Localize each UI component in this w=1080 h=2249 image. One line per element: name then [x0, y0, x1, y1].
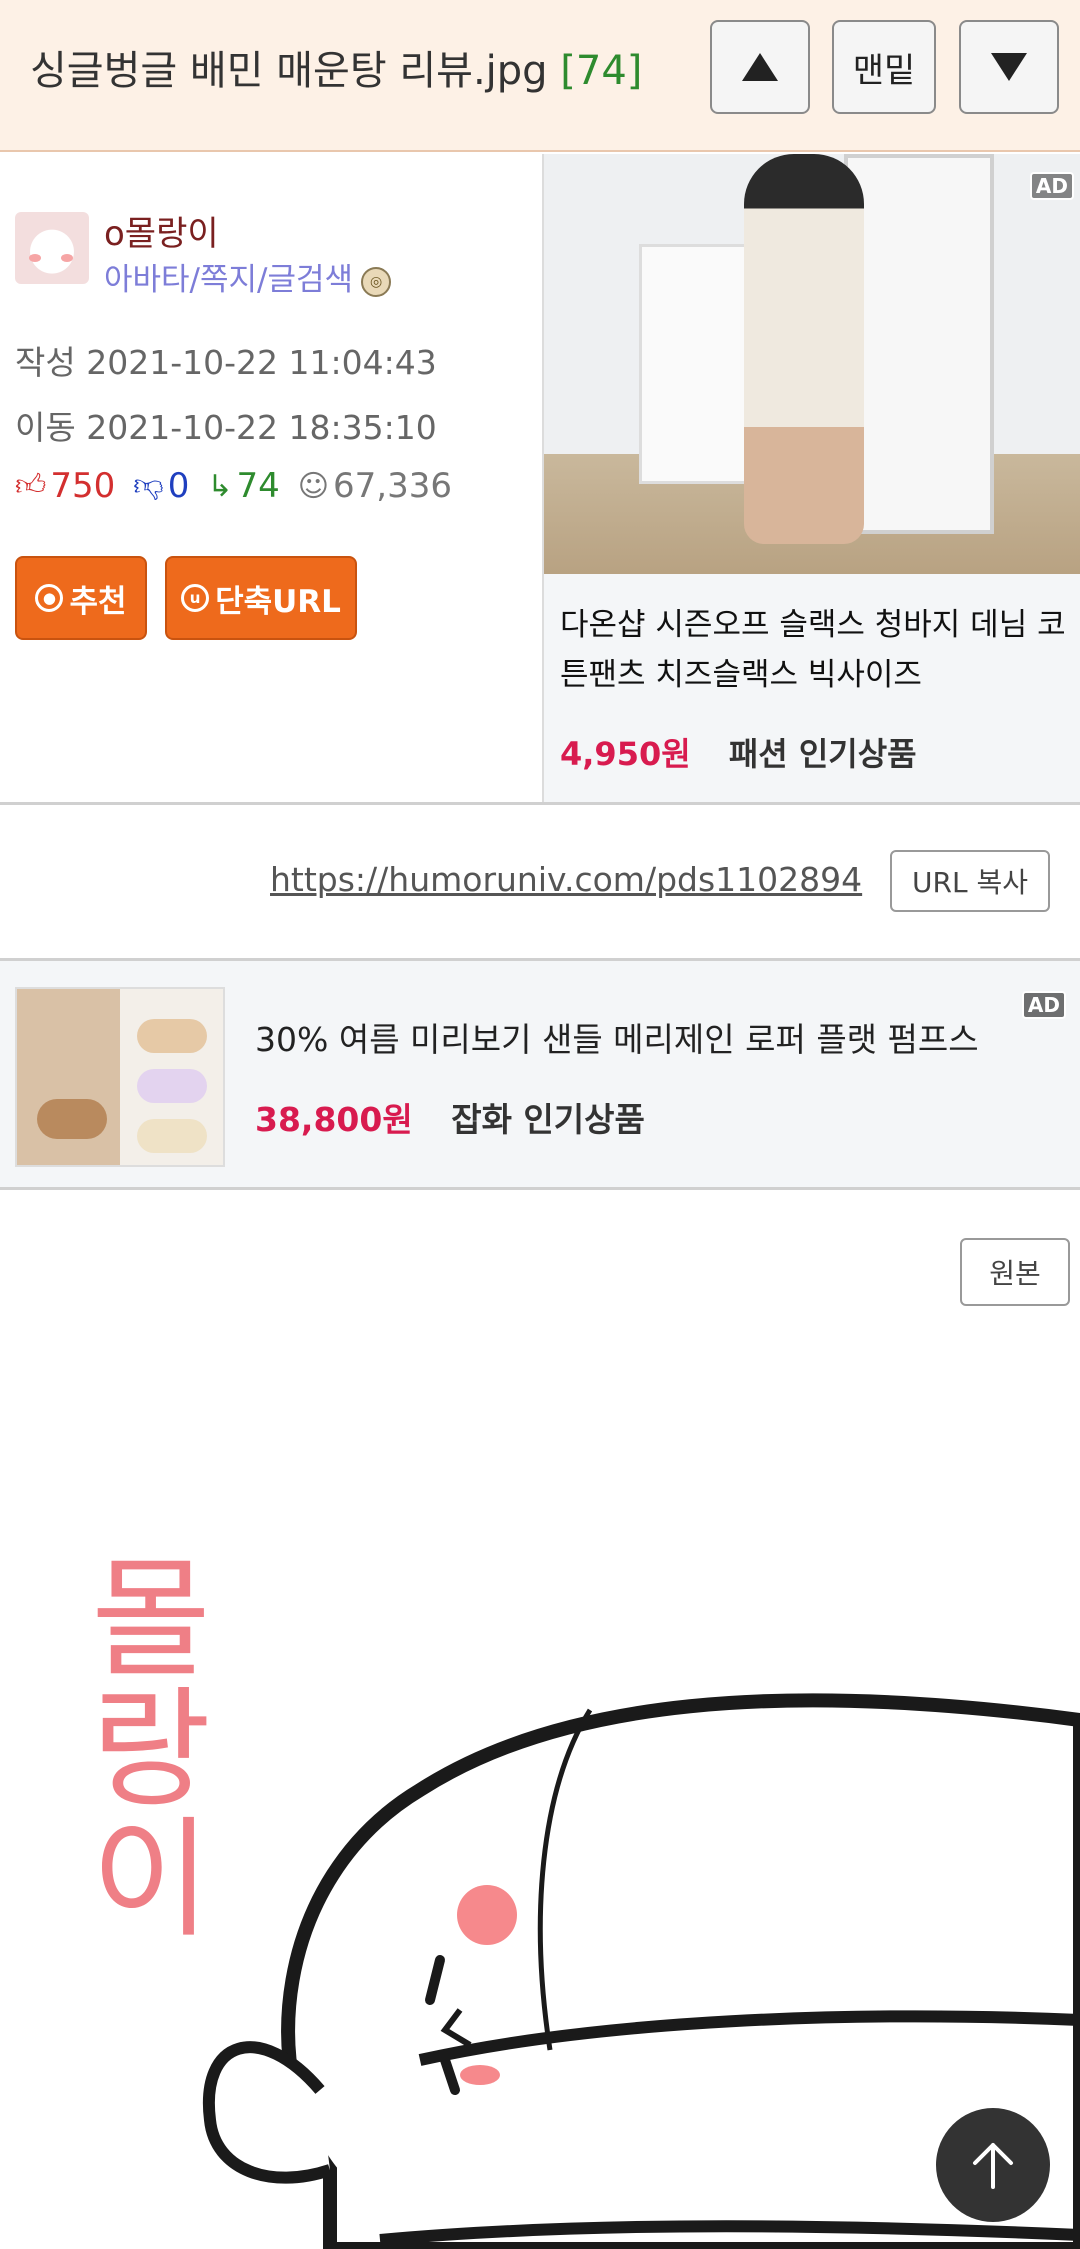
- smiley-icon: ☺: [297, 468, 330, 504]
- target-icon: ●: [35, 584, 64, 612]
- product-price-row: 38,800원 잡화 인기상품: [255, 1093, 645, 1141]
- level-badge-icon: ◎: [361, 266, 392, 297]
- post-url-link[interactable]: https://humoruniv.com/pds1102894: [270, 860, 862, 899]
- product-category: 패션 인기상품: [728, 735, 917, 773]
- author-nickname[interactable]: o몰랑이: [104, 206, 219, 255]
- author-links-text[interactable]: 아바타/쪽지/글검색: [104, 262, 353, 298]
- product-price: 38,800원: [255, 1100, 413, 1139]
- scroll-up-button[interactable]: [710, 20, 810, 114]
- downvote-stat: 👎︎ 0: [133, 466, 189, 506]
- thumbs-up-icon: 👍︎: [15, 468, 47, 503]
- author-panel: o몰랑이 아바타/쪽지/글검색 ◎ 작성 2021-10-22 11:04:43 …: [0, 154, 542, 804]
- comment-count[interactable]: [74]: [560, 48, 642, 94]
- molang-cheek: [460, 2065, 500, 2085]
- ad-badge: AD: [1021, 991, 1066, 1019]
- views-count: 67,336: [333, 466, 453, 506]
- short-url-button[interactable]: u 단축URL: [165, 556, 357, 640]
- top-bar: 싱글벙글 배민 매운탕 리뷰.jpg [74] 맨밑: [0, 0, 1080, 152]
- recommend-button[interactable]: ● 추천: [15, 556, 147, 640]
- original-image-button[interactable]: 원본: [960, 1238, 1070, 1306]
- post-title-text: 싱글벙글 배민 매운탕 리뷰.jpg: [30, 48, 548, 94]
- upvote-stat: 👍︎ 750: [15, 466, 115, 506]
- divider: [0, 802, 1080, 805]
- scroll-to-top-button[interactable]: [936, 2108, 1050, 2222]
- image-sandal: [37, 1099, 107, 1139]
- arrow-up-icon: [973, 2143, 1013, 2189]
- image-sandal: [137, 1119, 207, 1153]
- downvote-count: 0: [167, 466, 190, 506]
- image-model: [744, 154, 864, 544]
- product-ad-pants[interactable]: AD 다온샵 시즌오프 슬랙스 청바지 데님 코튼팬츠 치즈슬랙스 빅사이즈 4…: [542, 154, 1080, 804]
- product-name[interactable]: 다온샵 시즌오프 슬랙스 청바지 데님 코튼팬츠 치즈슬랙스 빅사이즈: [560, 600, 1070, 700]
- reply-count: 74: [236, 466, 280, 506]
- arrow-up-icon: [742, 53, 778, 81]
- image-sandal: [137, 1069, 207, 1103]
- thumbs-down-icon: 👎︎: [133, 468, 164, 503]
- product-category: 잡화 인기상품: [451, 1100, 645, 1139]
- author-links[interactable]: 아바타/쪽지/글검색 ◎: [104, 254, 392, 299]
- upvote-count: 750: [50, 466, 116, 506]
- molang-illustration: 몰랑이: [64, 1550, 1080, 2249]
- moved-date: 이동 2021-10-22 18:35:10: [15, 408, 437, 447]
- arrow-down-icon: [991, 53, 1027, 81]
- avatar-cheek: [61, 254, 73, 262]
- short-url-label: 단축URL: [215, 583, 341, 620]
- reply-arrow-icon: ↳: [207, 468, 233, 504]
- u-circle-icon: u: [181, 584, 210, 612]
- go-bottom-button[interactable]: 맨밑: [832, 20, 936, 114]
- post-image: 몰랑이: [0, 1320, 1080, 2249]
- sandals-image[interactable]: [15, 987, 225, 1167]
- image-sandal: [137, 1019, 207, 1053]
- scroll-down-button[interactable]: [959, 20, 1059, 114]
- written-date: 작성 2021-10-22 11:04:43: [15, 343, 437, 382]
- recommend-label: 추천: [69, 583, 127, 620]
- product-name[interactable]: 30% 여름 미리보기 샌들 메리제인 로퍼 플랫 펌프스: [255, 1013, 979, 1061]
- product-price-row: 4,950원 패션 인기상품: [560, 729, 917, 775]
- product-price: 4,950원: [560, 735, 691, 773]
- views-stat: ☺ 67,336: [298, 466, 452, 506]
- url-copy-button[interactable]: URL 복사: [890, 850, 1050, 912]
- post-title: 싱글벙글 배민 매운탕 리뷰.jpg [74]: [30, 38, 642, 96]
- avatar-cheek: [29, 254, 41, 262]
- molang-cheek: [457, 1885, 517, 1945]
- product-ad-sandals[interactable]: AD 30% 여름 미리보기 샌들 메리제인 로퍼 플랫 펌프스 38,800원…: [0, 958, 1080, 1190]
- ad-badge: AD: [1029, 172, 1074, 200]
- image-door: [844, 154, 994, 534]
- reply-stat: ↳ 74: [207, 466, 279, 506]
- avatar[interactable]: [15, 212, 89, 284]
- illustration-lettering: 몰랑이: [64, 1550, 216, 1940]
- post-stats: 👍︎ 750 👎︎ 0 ↳ 74 ☺ 67,336: [15, 466, 470, 506]
- product-image[interactable]: AD: [544, 154, 1080, 574]
